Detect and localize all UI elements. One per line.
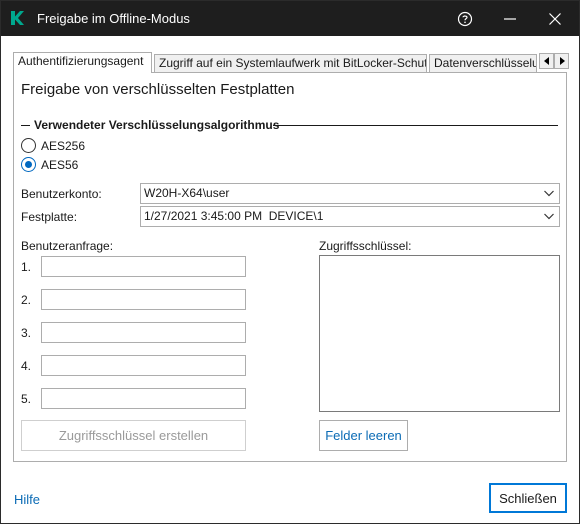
radio-aes256[interactable] xyxy=(21,138,36,153)
request-field-1[interactable] xyxy=(41,256,246,277)
tab-scroll-left-button[interactable] xyxy=(539,53,554,69)
minimize-icon xyxy=(504,17,516,20)
disk-select[interactable]: 1/27/2021 3:45:00 PM DEVICE\1 xyxy=(140,206,560,227)
dialog-window: Freigabe im Offline-Modus Authentifizier… xyxy=(0,0,580,524)
request-field-number: 1. xyxy=(21,260,32,274)
disk-label: Festplatte: xyxy=(21,210,78,224)
account-label: Benutzerkonto: xyxy=(21,187,102,201)
access-key-label: Zugriffsschlüssel: xyxy=(319,239,412,253)
close-icon xyxy=(549,12,561,25)
radio-aes256-label[interactable]: AES256 xyxy=(41,139,85,153)
request-field-4[interactable] xyxy=(41,355,246,376)
chevron-down-icon xyxy=(544,190,554,197)
request-field-number: 4. xyxy=(21,359,32,373)
kaspersky-k-icon xyxy=(11,11,24,25)
chevron-down-icon xyxy=(544,213,554,220)
clear-fields-button[interactable]: Felder leeren xyxy=(319,420,408,451)
request-field-number: 3. xyxy=(21,326,32,340)
access-key-textarea[interactable] xyxy=(319,255,560,412)
minimize-button[interactable] xyxy=(496,6,524,31)
user-request-label: Benutzeranfrage: xyxy=(21,239,114,253)
help-link[interactable]: Hilfe xyxy=(14,492,40,507)
tab-data-encryption[interactable]: Datenverschlüsselung xyxy=(429,54,537,72)
section-divider-left xyxy=(21,125,30,126)
algorithm-section-title: Verwendeter Verschlüsselungsalgorithmus xyxy=(34,118,280,132)
account-select[interactable]: W20H-X64\user xyxy=(140,183,560,204)
create-access-key-button[interactable]: Zugriffsschlüssel erstellen xyxy=(21,420,246,451)
tab-bitlocker-system-drive[interactable]: Zugriff auf ein Systemlaufwerk mit BitLo… xyxy=(154,54,427,72)
request-field-2[interactable] xyxy=(41,289,246,310)
question-circle-icon xyxy=(457,11,473,26)
radio-aes56[interactable] xyxy=(21,157,36,172)
close-window-button[interactable] xyxy=(541,6,569,31)
tab-strip: Authentifizierungsagent Zugriff auf ein … xyxy=(13,52,569,73)
window-title: Freigabe im Offline-Modus xyxy=(37,11,190,26)
radio-aes56-label[interactable]: AES56 xyxy=(41,158,78,172)
help-button[interactable] xyxy=(451,6,479,31)
tab-scroll-right-button[interactable] xyxy=(554,53,569,69)
tab-authentication-agent[interactable]: Authentifizierungsagent xyxy=(13,52,152,73)
triangle-right-icon xyxy=(559,57,565,65)
page-title: Freigabe von verschlüsselten Festplatten xyxy=(21,81,295,98)
request-field-5[interactable] xyxy=(41,388,246,409)
request-field-number: 2. xyxy=(21,293,32,307)
close-button[interactable]: Schließen xyxy=(489,483,567,513)
request-field-number: 5. xyxy=(21,392,32,406)
section-divider-right xyxy=(273,125,558,126)
title-bar: Freigabe im Offline-Modus xyxy=(1,1,579,36)
triangle-left-icon xyxy=(543,57,549,65)
disk-select-value: 1/27/2021 3:45:00 PM DEVICE\1 xyxy=(144,209,324,223)
account-select-value: W20H-X64\user xyxy=(144,186,230,200)
request-field-3[interactable] xyxy=(41,322,246,343)
